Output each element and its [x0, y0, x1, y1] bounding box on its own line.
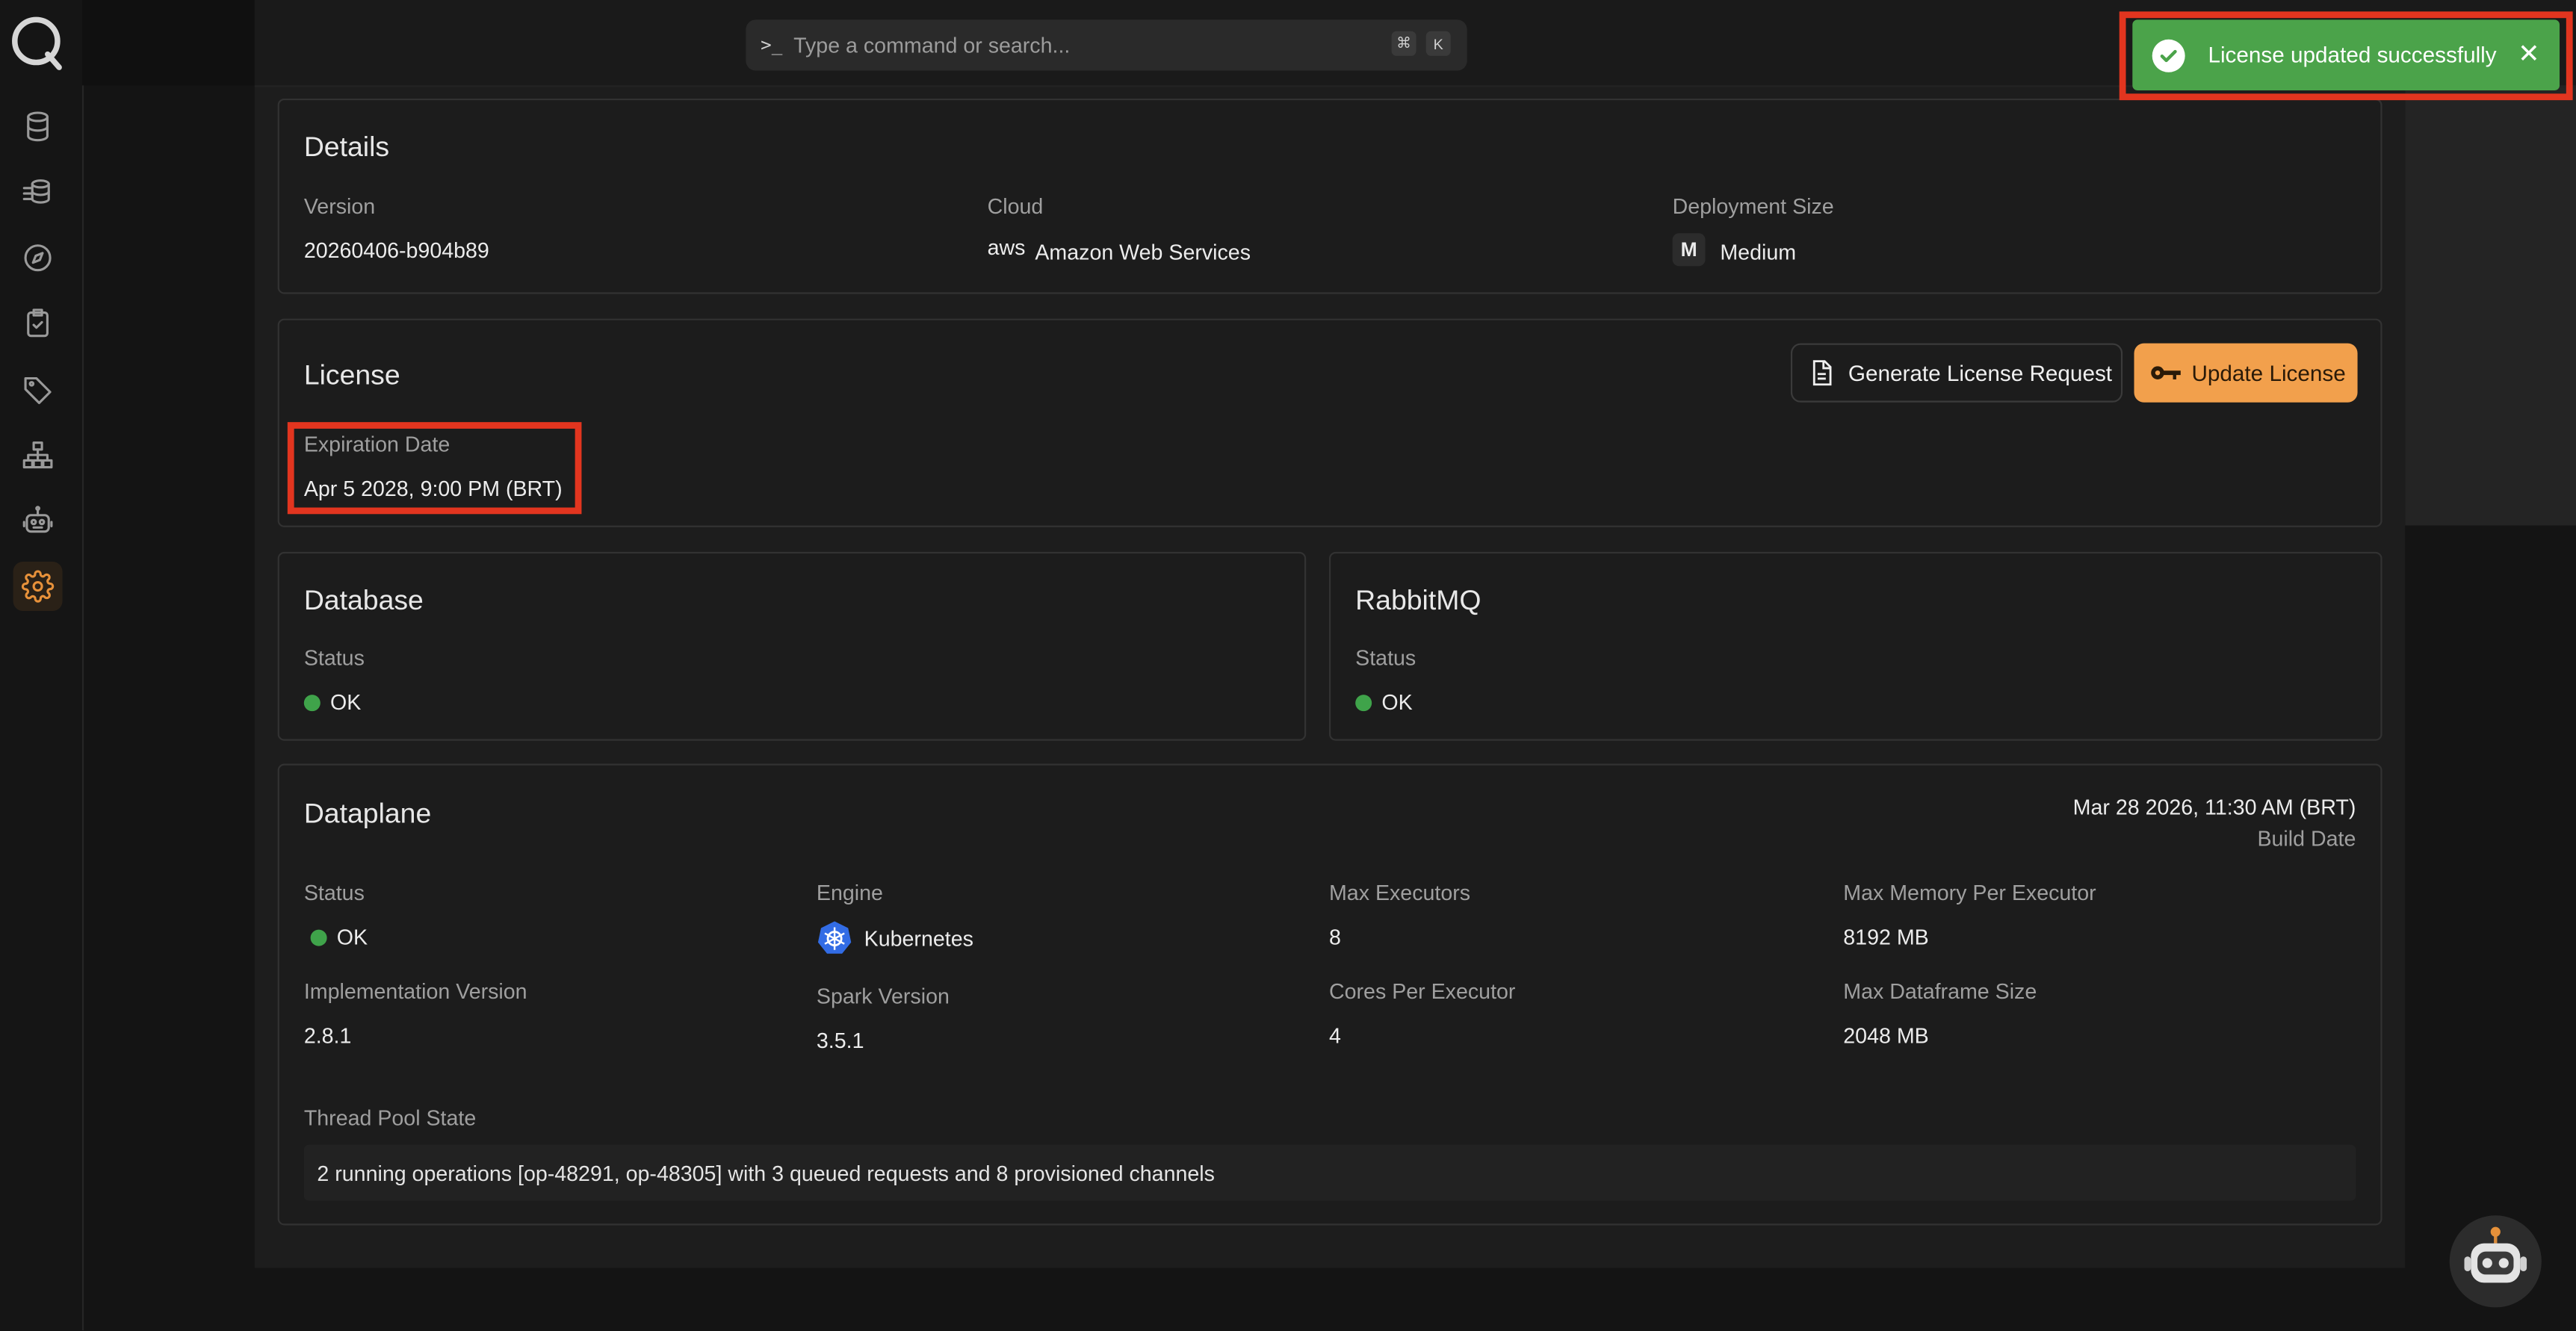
license-card: License Generate License Request Update …: [277, 318, 2383, 527]
version-value: 20260406-b904b89: [303, 238, 489, 263]
expiration-highlight: [287, 422, 582, 515]
status-dot-icon: [303, 695, 321, 712]
size-icon: M: [1672, 233, 1706, 267]
build-date-label: Build Date: [2257, 826, 2356, 851]
app-logo[interactable]: [7, 13, 66, 72]
cores-per-executor-label: Cores Per Executor: [1328, 978, 1516, 1004]
build-date-value: Mar 28 2026, 11:30 AM (BRT): [2072, 795, 2356, 820]
engine-value: Kubernetes: [864, 926, 973, 952]
robot-icon[interactable]: [13, 496, 63, 545]
update-license-button[interactable]: Update License: [2134, 343, 2358, 403]
max-dataframe-label: Max Dataframe Size: [1843, 978, 2037, 1004]
cores-per-executor-value: 4: [1328, 1023, 1341, 1048]
cloud-value: Amazon Web Services: [1035, 240, 1251, 265]
max-executors-label: Max Executors: [1328, 880, 1471, 905]
version-label: Version: [303, 193, 376, 219]
tag-icon[interactable]: [13, 364, 63, 414]
thread-pool-label: Thread Pool State: [303, 1105, 477, 1130]
rabbitmq-status-label: Status: [1355, 645, 1417, 671]
details-title: Details: [303, 131, 390, 163]
engine-label: Engine: [816, 880, 883, 905]
dataplane-card: Dataplane Mar 28 2026, 11:30 AM (BRT) Bu…: [277, 763, 2383, 1226]
hierarchy-icon[interactable]: [13, 430, 63, 480]
shortcut-k-key: K: [1425, 31, 1451, 56]
max-dataframe-value: 2048 MB: [1843, 1023, 1929, 1048]
top-strip: [81, 0, 255, 86]
terminal-icon: >_: [761, 34, 783, 56]
spark-version-value: 3.5.1: [816, 1028, 864, 1053]
dataplane-status: OK: [310, 925, 368, 950]
check-circle-icon: [2152, 38, 2185, 72]
dataplane-status-value: OK: [336, 925, 368, 950]
right-lower-strip: [2405, 525, 2576, 1331]
implementation-version-label: Implementation Version: [303, 978, 527, 1004]
database-status-value: OK: [329, 689, 362, 715]
success-toast: License updated successfully ✕: [2132, 19, 2560, 90]
rabbitmq-status: OK: [1355, 690, 1413, 715]
deployment-size-value: Medium: [1720, 240, 1797, 265]
max-memory-value: 8192 MB: [1843, 925, 1929, 950]
aws-icon: aws: [987, 235, 1026, 260]
generate-license-request-label: Generate License Request: [1848, 360, 2113, 385]
status-dot-icon: [1355, 695, 1372, 712]
database-title: Database: [303, 584, 424, 616]
max-memory-label: Max Memory Per Executor: [1843, 880, 2096, 905]
dataplane-status-label: Status: [303, 880, 365, 905]
database-status-label: Status: [303, 645, 365, 671]
cloud-label: Cloud: [987, 193, 1044, 219]
implementation-version-value: 2.8.1: [303, 1023, 352, 1048]
deployment-size-label: Deployment Size: [1672, 193, 1834, 219]
search-input[interactable]: [790, 31, 1372, 60]
dataplane-title: Dataplane: [303, 798, 432, 830]
assistant-bot-button[interactable]: [2449, 1215, 2542, 1308]
license-title: License: [303, 359, 400, 391]
rabbitmq-status-value: OK: [1381, 689, 1413, 715]
robot-avatar-icon: [2464, 1226, 2527, 1283]
toast-message: License updated successfully: [2208, 43, 2497, 68]
thread-pool-state: 2 running operations [op-48291, op-48305…: [303, 1144, 2356, 1201]
compass-icon[interactable]: [13, 233, 63, 282]
clipboard-check-icon[interactable]: [13, 299, 63, 348]
max-executors-value: 8: [1328, 925, 1341, 950]
settings-icon[interactable]: [13, 562, 63, 612]
shortcut-cmd-key: ⌘: [1391, 31, 1417, 56]
rabbitmq-card: RabbitMQ Status OK: [1328, 551, 2383, 741]
database-card: Database Status OK: [277, 551, 1307, 741]
spark-version-label: Spark Version: [816, 984, 950, 1009]
document-icon: [1812, 360, 1832, 386]
database-icon[interactable]: [13, 102, 63, 151]
generate-license-request-button[interactable]: Generate License Request: [1790, 343, 2123, 403]
rabbitmq-title: RabbitMQ: [1355, 584, 1481, 616]
close-icon[interactable]: ✕: [2518, 38, 2539, 71]
kubernetes-icon: [817, 921, 852, 954]
sidebar: [0, 0, 84, 1331]
update-license-label: Update License: [2191, 360, 2346, 385]
right-strip: [2405, 85, 2576, 526]
command-search[interactable]: >_ ⌘ K: [746, 19, 1467, 71]
datasets-icon[interactable]: [13, 167, 63, 217]
key-icon: [2151, 366, 2181, 379]
status-dot-icon: [310, 929, 327, 946]
database-status: OK: [303, 689, 362, 715]
details-card: Details Version 20260406-b904b89 Cloud a…: [277, 98, 2383, 294]
